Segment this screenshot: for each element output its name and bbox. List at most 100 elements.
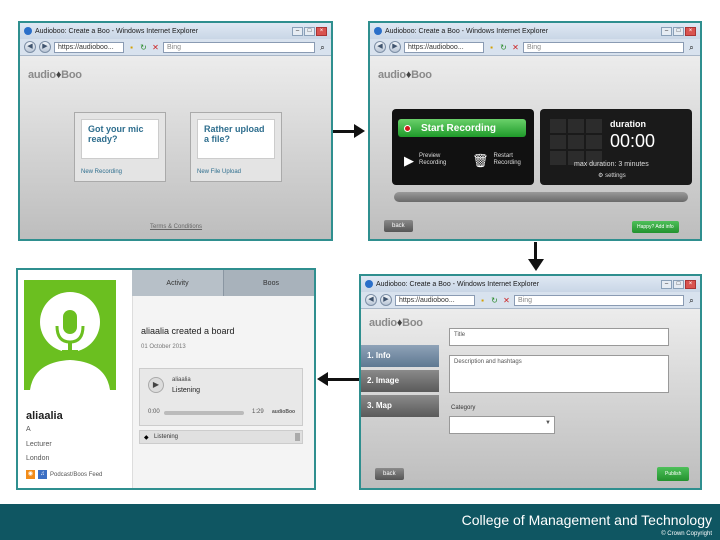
footer-band: College of Management and Technology © C…	[0, 504, 720, 540]
ie-titlebar: Audioboo: Create a Boo - Windows Interne…	[20, 23, 331, 39]
close-icon[interactable]: ×	[685, 279, 696, 289]
url-field[interactable]: https://audioboo...	[395, 294, 475, 306]
profile-tabs: Activity Boos	[132, 270, 314, 296]
username: aliaalia	[26, 410, 63, 422]
arrow-down-line	[534, 242, 537, 260]
footer-title: College of Management and Technology	[461, 512, 712, 528]
chevron-down-icon: ▼	[545, 420, 551, 426]
search-icon[interactable]: ⌕	[687, 296, 696, 305]
mic-card[interactable]: Got your mic ready? New Recording	[74, 112, 166, 182]
publish-button[interactable]: Publish	[657, 467, 690, 481]
title-field[interactable]: Title	[449, 328, 669, 346]
new-recording-link[interactable]: New Recording	[81, 169, 122, 175]
refresh-icon[interactable]: ↻	[139, 43, 148, 52]
description-field[interactable]: Description and hashtags	[449, 355, 669, 393]
ie-titlebar: Audioboo: Create a Boo - Windows Interne…	[361, 276, 700, 292]
refresh-icon[interactable]: ↻	[499, 43, 508, 52]
stop-icon[interactable]: ✕	[511, 43, 520, 52]
forward-icon[interactable]: ▶	[39, 41, 51, 53]
step-image-tab[interactable]: 2. Image	[361, 370, 439, 392]
duration-label: duration	[610, 119, 646, 129]
stop-icon[interactable]: ✕	[502, 296, 511, 305]
window-title: Audioboo: Create a Boo - Windows Interne…	[385, 27, 549, 35]
step-map-tab[interactable]: 3. Map	[361, 395, 439, 417]
rss-icon: ◉	[26, 470, 35, 479]
search-input[interactable]: Bing	[523, 41, 684, 53]
lock-icon: ▪	[130, 42, 133, 52]
new-file-upload-link[interactable]: New File Upload	[197, 169, 241, 175]
panel-recorder: Audioboo: Create a Boo - Windows Interne…	[368, 21, 702, 241]
url-field[interactable]: https://audioboo...	[54, 41, 124, 53]
settings-link[interactable]: ⚙ settings	[598, 172, 626, 179]
back-icon[interactable]: ◀	[24, 41, 36, 53]
comment-row: ◆ Listening	[139, 430, 303, 444]
category-select[interactable]: ▼	[449, 416, 555, 434]
level-meter	[550, 119, 602, 165]
user-silhouette-icon	[30, 292, 110, 390]
seek-bar[interactable]	[164, 411, 244, 415]
arrow-right-line	[333, 130, 355, 133]
back-button[interactable]: back	[384, 220, 413, 232]
panel-choose-input: Audioboo: Create a Boo - Windows Interne…	[18, 21, 333, 241]
add-info-button[interactable]: Happy? Add info	[632, 221, 679, 233]
tab-boos[interactable]: Boos	[224, 270, 314, 296]
close-icon[interactable]: ×	[685, 26, 696, 36]
maximize-icon[interactable]: □	[304, 26, 315, 36]
activity-date: 01 October 2013	[141, 344, 186, 350]
window-title: Audioboo: Create a Boo - Windows Interne…	[376, 280, 540, 288]
start-recording-button[interactable]: Start Recording	[398, 119, 526, 137]
duration-panel: duration 00:00 max duration: 3 minutes ⚙…	[540, 109, 692, 185]
comment-scroll[interactable]	[295, 433, 300, 441]
user-role: Lecturer	[26, 441, 52, 448]
player-title: Listening	[172, 387, 201, 394]
user-location: London	[26, 455, 50, 462]
forward-icon[interactable]: ▶	[389, 41, 401, 53]
minimize-icon[interactable]: –	[661, 279, 672, 289]
maximize-icon[interactable]: □	[673, 26, 684, 36]
activity-feed: aliaalia created a board 01 October 2013…	[132, 296, 314, 488]
slide: Audioboo: Create a Boo - Windows Interne…	[0, 0, 720, 540]
tab-activity[interactable]: Activity	[132, 270, 224, 296]
audio-player: ▶ aliaalia Listening 0:00 1:29 audioBoo	[139, 368, 303, 426]
site-body: audio♦Boo Got your mic ready? New Record…	[20, 56, 331, 239]
player-user: aliaalia	[172, 377, 191, 383]
audioboo-logo: audio♦Boo	[378, 69, 432, 81]
trash-icon: 🗑	[472, 152, 489, 168]
preview-recording-button[interactable]: ▶ Preview Recording	[404, 153, 457, 167]
search-input[interactable]: Bing	[163, 41, 315, 53]
back-button[interactable]: back	[375, 468, 404, 480]
step-info-tab[interactable]: 1. Info	[361, 345, 439, 367]
terms-link[interactable]: Terms & Conditions	[150, 224, 202, 230]
back-icon[interactable]: ◀	[374, 41, 386, 53]
search-icon[interactable]: ⌕	[687, 43, 696, 52]
window-title: Audioboo: Create a Boo - Windows Interne…	[35, 27, 199, 35]
address-bar: ◀ ▶ https://audioboo... ▪ ↻ ✕ Bing ⌕	[20, 39, 331, 56]
arrow-down-head	[528, 259, 544, 271]
time-start: 0:00	[148, 409, 160, 415]
restart-recording-button[interactable]: 🗑 Restart Recording	[472, 153, 532, 167]
search-icon[interactable]: ⌕	[318, 43, 327, 52]
stop-icon[interactable]: ✕	[151, 43, 160, 52]
mic-card-heading: Got your mic ready?	[81, 119, 159, 159]
lock-icon: ▪	[490, 42, 493, 52]
close-icon[interactable]: ×	[316, 26, 327, 36]
refresh-icon[interactable]: ↻	[490, 296, 499, 305]
site-body: audio♦Boo Start Recording ▶ Preview Reco…	[370, 56, 700, 239]
upload-card-heading: Rather upload a file?	[197, 119, 275, 159]
maximize-icon[interactable]: □	[673, 279, 684, 289]
feed-link[interactable]: ◉ ♫ Podcast/Boos Feed	[26, 470, 102, 479]
arrow-left-head	[317, 372, 328, 386]
upload-card[interactable]: Rather upload a file? New File Upload	[190, 112, 282, 182]
forward-icon[interactable]: ▶	[380, 294, 392, 306]
url-field[interactable]: https://audioboo...	[404, 41, 484, 53]
play-icon: ▶	[404, 152, 414, 168]
panel-profile: aliaalia A Lecturer London ◉ ♫ Podcast/B…	[16, 268, 316, 490]
play-button[interactable]: ▶	[148, 377, 164, 393]
arrow-right-head	[354, 124, 365, 138]
search-input[interactable]: Bing	[514, 294, 684, 306]
minimize-icon[interactable]: –	[292, 26, 303, 36]
avatar	[24, 280, 116, 390]
back-icon[interactable]: ◀	[365, 294, 377, 306]
arrow-left-line	[328, 378, 359, 381]
minimize-icon[interactable]: –	[661, 26, 672, 36]
